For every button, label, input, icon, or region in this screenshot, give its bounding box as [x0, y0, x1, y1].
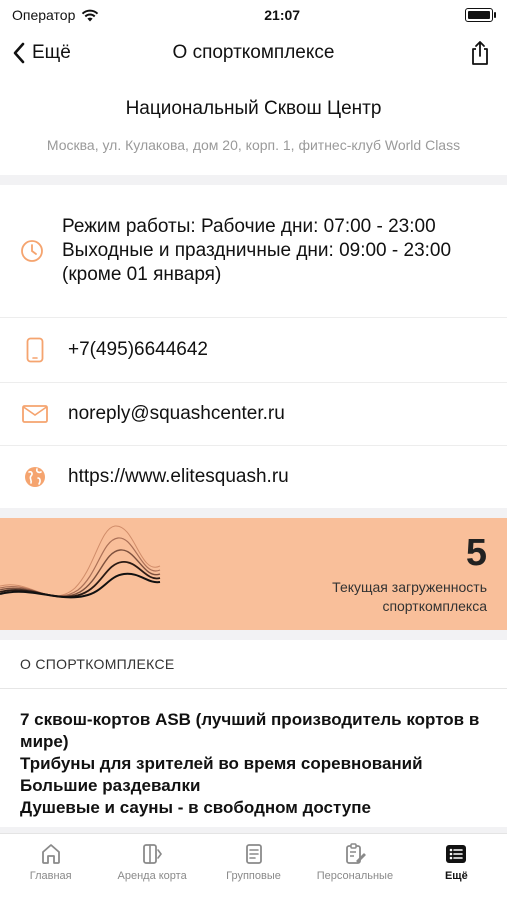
about-line: Душевые и сауны - в свободном доступе	[20, 798, 371, 817]
email-row[interactable]: noreply@squashcenter.ru	[0, 383, 507, 446]
divider	[0, 175, 507, 185]
occupancy-caption: Текущая загруженность спорткомплекса	[332, 579, 487, 614]
working-hours-weekdays: Режим работы: Рабочие дни: 07:00 - 23:00	[62, 216, 436, 237]
mail-icon	[22, 405, 48, 423]
occupancy-value: 5	[465, 532, 487, 574]
carrier-label: Оператор	[12, 7, 76, 23]
about-line: Трибуны для зрителей во время соревнован…	[20, 754, 423, 773]
tab-more[interactable]: Ещё	[406, 834, 507, 900]
contact-list: Режим работы: Рабочие дни: 07:00 - 23:00…	[0, 185, 507, 508]
back-label: Ещё	[32, 42, 71, 63]
phone-number: +7(495)6644642	[68, 339, 208, 360]
tab-court-rental[interactable]: Аренда корта	[101, 834, 202, 900]
court-icon	[143, 844, 163, 864]
divider	[0, 508, 507, 518]
page-title: О спорткомплексе	[172, 42, 335, 63]
wave-illustration	[0, 525, 161, 599]
club-address: Москва, ул. Кулакова, дом 20, корп. 1, ф…	[46, 137, 461, 153]
tab-home[interactable]: Главная	[0, 834, 101, 900]
tab-label: Главная	[29, 870, 72, 882]
wifi-icon	[82, 9, 99, 21]
phone-icon	[26, 337, 44, 363]
back-button[interactable]: Ещё	[12, 42, 71, 64]
about-description: 7 сквош-кортов ASB (лучший производитель…	[0, 689, 507, 827]
navigation-bar: Ещё О спорткомплексе	[0, 30, 507, 76]
about-line: Большие раздевалки	[20, 776, 201, 795]
working-hours-row: Режим работы: Рабочие дни: 07:00 - 23:00…	[0, 185, 507, 318]
chevron-left-icon	[13, 42, 25, 64]
document-icon	[245, 844, 262, 864]
working-hours-weekends: Выходные и праздничные дни: 09:00 - 23:0…	[62, 240, 452, 285]
tab-group[interactable]: Групповые	[203, 834, 304, 900]
globe-icon	[25, 467, 45, 487]
club-name: Национальный Сквош Центр	[125, 98, 382, 119]
tab-label: Аренда корта	[117, 870, 187, 882]
status-bar: Оператор 21:07	[0, 0, 507, 30]
about-section-header: О СПОРТКОМПЛЕКСЕ	[0, 640, 507, 689]
home-icon	[41, 844, 60, 864]
list-icon	[446, 845, 467, 863]
tab-personal[interactable]: Персональные	[304, 834, 405, 900]
tab-bar: Главная Аренда корта Групповые Персональ…	[0, 833, 507, 900]
email-address: noreply@squashcenter.ru	[68, 403, 285, 424]
clipboard-edit-icon	[346, 843, 366, 864]
occupancy-banner: 5 Текущая загруженность спорткомплекса	[0, 518, 507, 630]
battery-icon	[464, 8, 496, 22]
club-header: Национальный Сквош Центр Москва, ул. Кул…	[0, 76, 507, 175]
website-url: https://www.elitesquash.ru	[68, 466, 289, 487]
website-row[interactable]: https://www.elitesquash.ru	[0, 446, 507, 508]
share-icon[interactable]	[469, 40, 491, 66]
about-line: 7 сквош-кортов ASB (лучший производитель…	[20, 710, 480, 751]
status-time: 21:07	[264, 7, 301, 23]
tab-label: Персональные	[316, 870, 394, 882]
tab-label: Групповые	[226, 870, 281, 882]
clock-icon	[21, 240, 43, 262]
tab-label: Ещё	[444, 870, 468, 882]
phone-row[interactable]: +7(495)6644642	[0, 318, 507, 383]
